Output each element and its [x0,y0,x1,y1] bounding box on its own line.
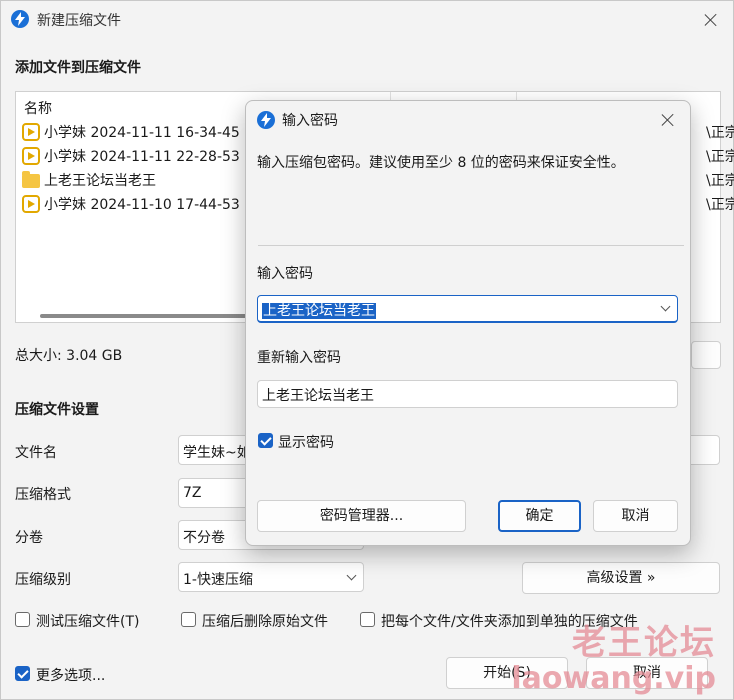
more-options-label: 更多选项... [36,668,106,684]
add-files-heading: 添加文件到压缩文件 [15,60,141,76]
dialog-title: 输入密码 [282,113,338,129]
horizontal-scrollbar[interactable] [40,314,270,318]
separate-archives-checkbox[interactable] [360,612,375,627]
list-item[interactable]: 小学妹 2024-11-11 16-34-45 [20,120,260,144]
level-label: 压缩级别 [15,572,71,588]
more-options-checkbox[interactable] [15,666,30,681]
chevron-down-icon [346,570,357,581]
file-name: 小学妹 2024-11-11 22-28-53 [44,149,240,165]
test-archive-checkbox[interactable] [15,612,30,627]
filename-label: 文件名 [15,445,57,461]
video-file-icon [22,147,40,165]
list-item[interactable]: 小学妹 2024-11-11 22-28-53 [20,144,260,168]
window-titlebar: 新建压缩文件 [1,1,733,39]
chevron-down-icon[interactable] [660,301,671,312]
password-label: 输入密码 [257,266,313,282]
file-path-text: \正宗 [706,149,734,165]
test-archive-label: 测试压缩文件(T) [36,614,140,630]
reenter-password-label: 重新输入密码 [257,350,341,366]
list-item[interactable]: 上老王论坛当老王 [20,168,260,192]
password-dialog: 输入密码 输入压缩包密码。建议使用至少 8 位的密码来保证安全性。 输入密码 上… [245,100,691,546]
format-label: 压缩格式 [15,487,71,503]
window-close-icon[interactable] [703,12,719,28]
list-item[interactable]: 小学妹 2024-11-10 17-44-53 [20,192,260,216]
start-button[interactable]: 开始(S) [446,657,568,689]
app-logo-icon [11,10,29,28]
split-label: 分卷 [15,530,43,546]
reenter-password-input[interactable]: 上老王论坛当老王 [257,380,678,408]
dialog-cancel-button[interactable]: 取消 [593,500,678,532]
separate-archives-label: 把每个文件/文件夹添加到单独的压缩文件 [381,614,638,630]
delete-after-label: 压缩后删除原始文件 [202,614,328,630]
show-password-label: 显示密码 [278,435,334,451]
file-path-text: \正宗 [706,125,734,141]
dialog-close-icon[interactable] [660,112,676,128]
dialog-description: 输入压缩包密码。建议使用至少 8 位的密码来保证安全性。 [257,155,625,171]
video-file-icon [22,123,40,141]
ok-button[interactable]: 确定 [498,500,581,532]
format-value: 7Z [183,485,202,501]
folder-icon [22,171,40,188]
file-path-text: \正宗 [706,173,734,189]
file-name: 小学妹 2024-11-11 16-34-45 [44,125,240,141]
window-title: 新建压缩文件 [37,13,121,29]
show-password-checkbox[interactable] [258,433,273,448]
file-path-text: \正宗 [706,197,734,213]
app-logo-icon [257,111,275,129]
split-value: 不分卷 [183,530,225,546]
video-file-icon [22,195,40,213]
list-action-button[interactable] [691,341,721,369]
column-header-name[interactable]: 名称 [24,98,52,118]
password-manager-button[interactable]: 密码管理器... [257,500,466,532]
level-value: 1-快速压缩 [183,572,253,588]
file-name: 小学妹 2024-11-10 17-44-53 [44,197,240,213]
delete-after-checkbox[interactable] [181,612,196,627]
level-select[interactable]: 1-快速压缩 [178,562,364,592]
cancel-button[interactable]: 取消 [586,657,708,689]
dialog-divider [258,245,684,246]
archive-settings-heading: 压缩文件设置 [15,402,99,418]
password-input[interactable]: 上老王论坛当老王 [257,295,678,323]
advanced-settings-button[interactable]: 高级设置 » [522,562,720,594]
file-name: 上老王论坛当老王 [44,173,156,189]
password-value: 上老王论坛当老王 [262,303,376,319]
total-size-text: 总大小: 3.04 GB [15,348,123,364]
